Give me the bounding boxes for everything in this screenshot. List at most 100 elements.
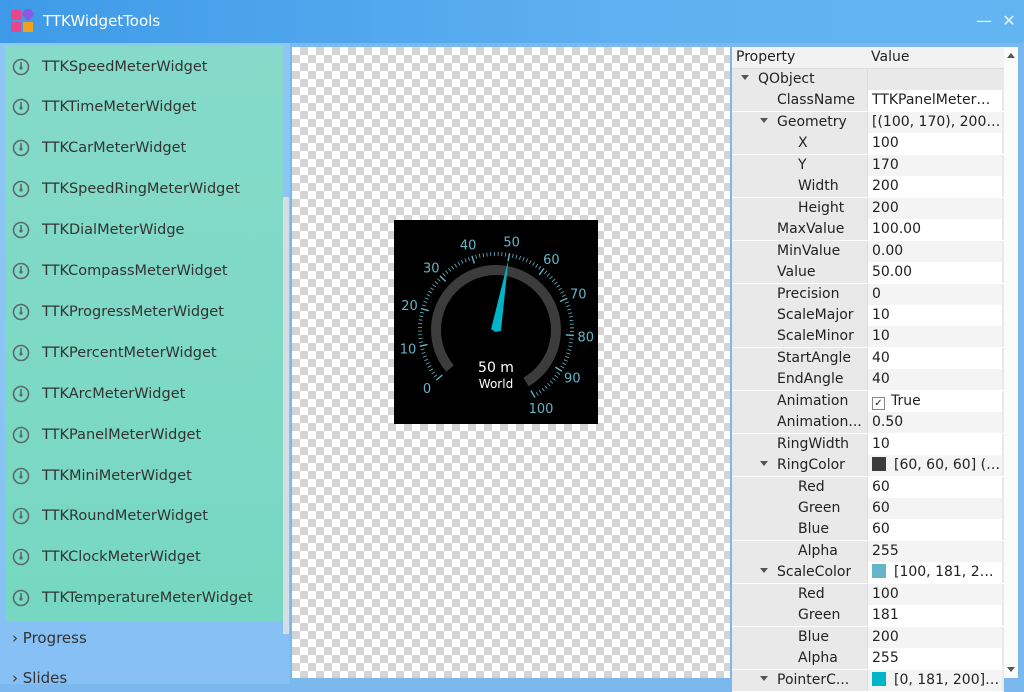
section-slides[interactable]: › Slides [12,669,67,684]
chevron-down-icon[interactable] [760,461,768,466]
property-value[interactable]: 100.00 [867,219,1002,240]
property-value[interactable]: 200 [867,627,1002,648]
chevron-down-icon[interactable] [760,118,768,123]
property-row[interactable]: StartAngle40 [732,348,1004,370]
property-row[interactable]: MinValue0.00 [732,241,1004,263]
property-value[interactable]: 60 [867,498,1002,519]
property-row[interactable]: Red100 [732,584,1004,606]
property-row[interactable]: Blue60 [732,519,1004,541]
sidebar-item-ttkprogressmeterwidget[interactable]: TTKProgressMeterWidget [5,291,283,332]
property-row[interactable]: X 100 [732,133,1004,155]
sidebar-item-ttkcompassmeterwidget[interactable]: TTKCompassMeterWidget [5,251,283,292]
meter-minor-tick [545,386,548,389]
property-value[interactable]: 40 [867,348,1002,369]
property-value[interactable]: 50.00 [867,262,1002,283]
checkbox-icon[interactable]: ✓ [872,397,885,410]
property-value[interactable]: TTKPanelMeterWidget [867,90,1002,111]
meter-scale-label: 100 [529,402,554,417]
sidebar-item-ttkpercentmeterwidget[interactable]: TTKPercentMeterWidget [5,332,283,373]
sidebar-item-ttktemperaturemeterwidget[interactable]: TTKTemperatureMeterWidget [5,578,283,619]
property-value[interactable]: 10 [867,305,1002,326]
property-name: X [798,133,808,154]
sidebar-item-ttkdialmeterwidge[interactable]: TTKDialMeterWidge [5,210,283,251]
property-value[interactable]: 0.50 [867,412,1002,433]
property-row[interactable]: Animation...0.50 [732,412,1004,434]
property-value[interactable]: 10 [867,434,1002,455]
property-value[interactable]: 0 [867,284,1002,305]
meter-minor-tick [483,253,484,257]
property-value-text: 10 [872,328,890,344]
property-value[interactable]: 255 [867,648,1002,669]
property-row[interactable]: Value 50.00 [732,262,1004,284]
meter-minor-tick [476,255,477,259]
property-row[interactable]: RingColor[60, 60, 60] (255) [732,455,1004,477]
property-value[interactable]: 170 [867,155,1002,176]
property-row[interactable]: ClassNameTTKPanelMeterWidget [732,90,1004,112]
scroll-down-icon[interactable] [1007,667,1015,672]
property-row[interactable]: Width200 [732,176,1004,198]
property-row[interactable]: ScaleColor[100, 181, 200] (255) [732,562,1004,584]
property-row[interactable]: Precision0 [732,284,1004,306]
section-progress[interactable]: › Progress [12,629,87,647]
property-row[interactable]: Alpha255 [732,648,1004,670]
minimize-button[interactable]: — [973,10,995,32]
sidebar-item-ttkpanelmeterwidget[interactable]: TTKPanelMeterWidget [5,414,283,455]
property-row[interactable]: Green60 [732,498,1004,520]
property-row[interactable]: QObject [732,69,1004,91]
property-row[interactable]: Alpha255 [732,541,1004,563]
sidebar-item-ttkspeedringmeterwidget[interactable]: TTKSpeedRingMeterWidget [5,169,283,210]
sidebar-item-ttkminimeterwidget[interactable]: TTKMiniMeterWidget [5,455,283,496]
property-row[interactable]: ScaleMajor10 [732,305,1004,327]
property-row[interactable]: Geometry[(100, 170), 200 x 200] [732,112,1004,134]
meter-minor-tick [558,288,561,290]
chevron-down-icon[interactable] [760,676,768,681]
sidebar-item-label: TTKRoundMeterWidget [42,508,208,524]
sidebar-item-ttkspeedmeterwidget[interactable]: TTKSpeedMeterWidget [5,46,283,87]
property-scrollbar[interactable] [1004,47,1018,678]
sidebar-item-ttkroundmeterwidget[interactable]: TTKRoundMeterWidget [5,496,283,537]
minimize-icon: — [976,11,992,30]
property-row[interactable]: EndAngle40 [732,369,1004,391]
property-value[interactable]: [(100, 170), 200 x 200] [867,112,1002,133]
property-value[interactable]: 60 [867,519,1002,540]
meter-minor-tick [465,259,467,263]
property-value[interactable]: 181 [867,605,1002,626]
close-button[interactable]: ✕ [998,10,1020,32]
property-row[interactable]: RingWidth10 [732,434,1004,456]
property-value[interactable]: 40 [867,369,1002,390]
property-row[interactable]: Height200 [732,198,1004,220]
sidebar-item-ttktimemeterwidget[interactable]: TTKTimeMeterWidget [5,87,283,128]
sidebar-scrollbar[interactable] [283,197,289,634]
panel-meter-widget[interactable]: 010203040506070809010050 mWorld [394,220,598,424]
property-value[interactable]: [60, 60, 60] (255) [867,455,1002,476]
scroll-up-icon[interactable] [1007,53,1015,58]
property-value[interactable]: ✓True [867,391,1002,412]
property-name: Value [777,262,815,283]
chevron-down-icon[interactable] [760,568,768,573]
meter-minor-tick [565,302,569,303]
property-value[interactable]: 200 [867,176,1002,197]
property-row[interactable]: Y170 [732,155,1004,177]
property-row[interactable]: PointerC...[0, 181, 200] (255) [732,670,1004,692]
property-row[interactable]: Animation✓True [732,391,1004,413]
property-value[interactable]: 10 [867,326,1002,347]
property-row[interactable]: ScaleMinor10 [732,326,1004,348]
property-row[interactable]: Green181 [732,605,1004,627]
sidebar-item-ttkclockmeterwidget[interactable]: TTKClockMeterWidget [5,537,283,578]
property-value[interactable]: 0.00 [867,241,1002,262]
sidebar-item-ttkarcmeterwidget[interactable]: TTKArcMeterWidget [5,373,283,414]
property-value[interactable]: [100, 181, 200] (255) [867,562,1002,583]
property-row[interactable]: MaxValue100.00 [732,219,1004,241]
property-value[interactable]: 200 [867,198,1002,219]
chevron-down-icon[interactable] [741,75,749,80]
property-row[interactable]: Red60 [732,477,1004,499]
meter-minor-tick [519,256,520,260]
sidebar-item-ttkcarmeterwidget[interactable]: TTKCarMeterWidget [5,128,283,169]
property-value[interactable]: [0, 181, 200] (255) [867,670,1002,691]
title-bar: TTKWidgetTools — ✕ [0,0,1024,43]
property-value[interactable]: 255 [867,541,1002,562]
property-row[interactable]: Blue200 [732,627,1004,649]
property-value[interactable]: 60 [867,477,1002,498]
property-value[interactable]: 100 [867,133,1002,154]
property-value[interactable]: 100 [867,584,1002,605]
